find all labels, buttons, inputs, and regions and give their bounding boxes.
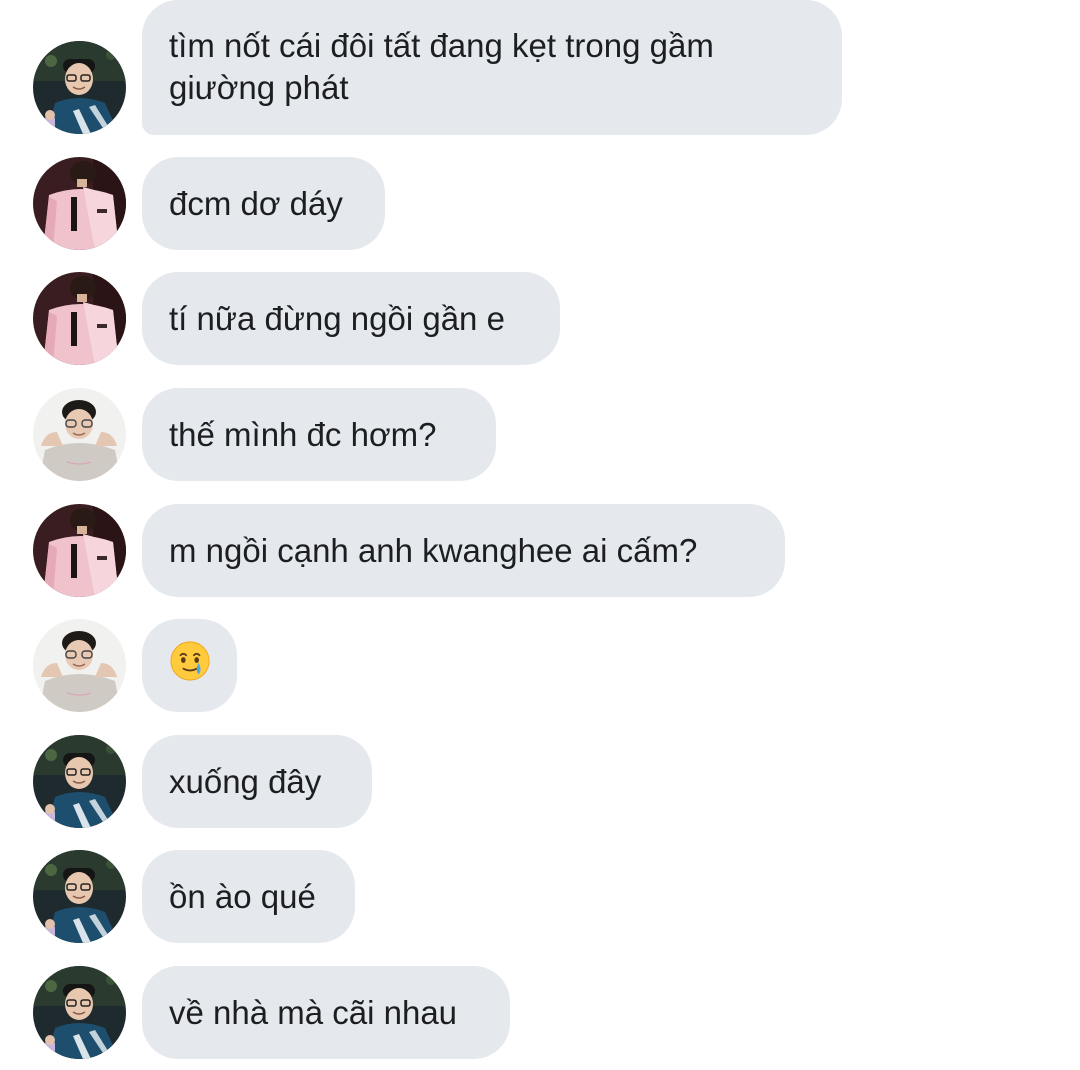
avatar-pink-jacket-icon[interactable]	[33, 504, 126, 597]
message-bubble[interactable]: m ngồi cạnh anh kwanghee ai cấm?	[142, 504, 785, 597]
avatar-gray-hoodie-icon[interactable]	[33, 388, 126, 481]
message-text: xuống đây	[169, 762, 322, 800]
message-bubble[interactable]: tí nữa đừng ngồi gần e	[142, 272, 560, 365]
message-text: thế mình đc hơm?	[169, 415, 437, 453]
message-bubble[interactable]: thế mình đc hơm?	[142, 388, 496, 481]
avatar-dark-jacket-icon[interactable]	[33, 850, 126, 943]
avatar-pink-jacket-icon[interactable]	[33, 272, 126, 365]
message-text: đcm dơ dáy	[169, 184, 343, 222]
chat-conversation: tìm nốt cái đôi tất đang kẹt trong gầm g…	[0, 0, 1080, 1070]
avatar-gray-hoodie-icon[interactable]	[33, 619, 126, 712]
message-bubble[interactable]: ồn ào qué	[142, 850, 355, 943]
message-bubble[interactable]: tìm nốt cái đôi tất đang kẹt trong gầm g…	[142, 0, 842, 135]
avatar-pink-jacket-icon[interactable]	[33, 157, 126, 250]
message-text: m ngồi cạnh anh kwanghee ai cấm?	[169, 531, 698, 569]
message-bubble[interactable]: đcm dơ dáy	[142, 157, 385, 250]
message-bubble[interactable]: xuống đây	[142, 735, 372, 828]
message-text: tìm nốt cái đôi tất đang kẹt trong gầm g…	[169, 27, 714, 106]
avatar-dark-jacket-icon[interactable]	[33, 966, 126, 1059]
face-holding-back-tears-icon	[169, 640, 211, 692]
message-bubble[interactable]: về nhà mà cãi nhau	[142, 966, 510, 1059]
message-text: ồn ào qué	[169, 877, 316, 915]
avatar-dark-jacket-icon[interactable]	[33, 735, 126, 828]
message-text: về nhà mà cãi nhau	[169, 993, 458, 1031]
avatar-dark-jacket-icon[interactable]	[33, 41, 126, 134]
message-text: tí nữa đừng ngồi gần e	[169, 299, 505, 337]
message-bubble[interactable]	[142, 619, 237, 712]
